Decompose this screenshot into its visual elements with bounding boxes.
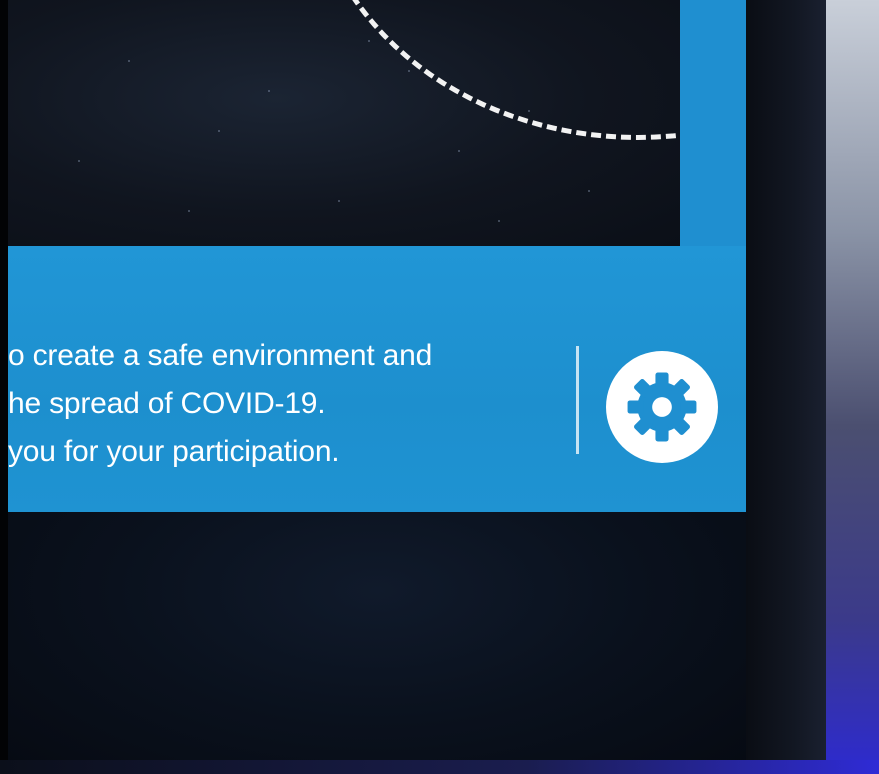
camera-preview xyxy=(8,0,680,246)
background-edge xyxy=(826,0,879,774)
notice-line-2: he spread of COVID-19. xyxy=(8,387,326,420)
photo-of-kiosk-screen: o create a safe environment and he sprea… xyxy=(0,0,879,774)
notice-line-1: o create a safe environment and xyxy=(8,339,433,372)
lower-dark-area xyxy=(8,512,746,774)
bottom-glow xyxy=(0,760,879,774)
settings-button[interactable] xyxy=(606,351,718,463)
gear-icon xyxy=(627,372,697,442)
vertical-divider xyxy=(576,346,579,454)
notice-message: o create a safe environment and he sprea… xyxy=(8,332,568,476)
notice-line-3: you for your participation. xyxy=(8,435,340,468)
face-guide-oval xyxy=(308,0,680,140)
right-bezel xyxy=(746,0,826,774)
left-bezel xyxy=(0,0,8,774)
message-bar: o create a safe environment and he sprea… xyxy=(8,246,746,512)
